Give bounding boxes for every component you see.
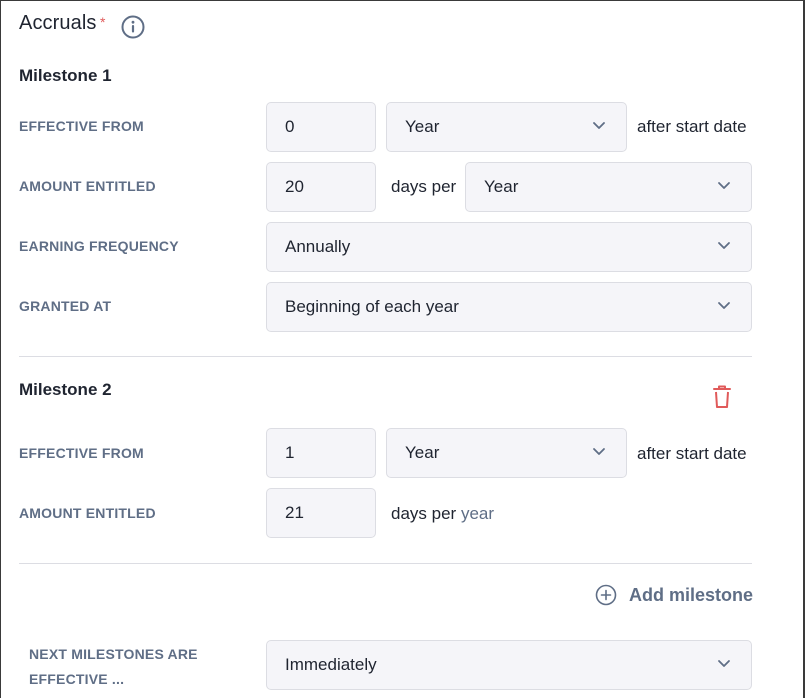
m1-granted-at-value: Beginning of each year bbox=[285, 297, 459, 316]
add-milestone-button[interactable]: Add milestone bbox=[595, 584, 753, 606]
m1-effective-from-value: 0 bbox=[285, 117, 295, 136]
chevron-down-icon bbox=[718, 182, 730, 189]
m2-effective-unit-value: Year bbox=[405, 443, 440, 462]
m1-amount-value: 20 bbox=[285, 177, 304, 196]
next-milestones-label-line2: EFFECTIVE ... bbox=[29, 671, 125, 687]
m1-effective-unit-value: Year bbox=[405, 117, 440, 136]
info-icon[interactable] bbox=[121, 15, 145, 39]
trash-icon[interactable] bbox=[711, 384, 733, 410]
milestone-1-title: Milestone 1 bbox=[19, 66, 112, 85]
m2-amount-entitled-label: AMOUNT ENTITLED bbox=[19, 505, 156, 521]
m2-unit-text: year bbox=[460, 504, 495, 523]
m2-amount-value: 21 bbox=[285, 503, 304, 522]
divider bbox=[19, 563, 752, 564]
m2-days-per-label: days per bbox=[391, 504, 457, 523]
m2-effective-from-label: EFFECTIVE FROM bbox=[19, 445, 144, 461]
m1-earning-frequency-select[interactable]: Annually bbox=[266, 222, 752, 272]
milestone-2-title: Milestone 2 bbox=[19, 380, 112, 399]
m1-effective-unit-select[interactable]: Year bbox=[386, 102, 627, 152]
m1-effective-from-label: EFFECTIVE FROM bbox=[19, 118, 144, 134]
next-milestones-value: Immediately bbox=[285, 655, 377, 674]
m1-amount-entitled-label: AMOUNT ENTITLED bbox=[19, 178, 156, 194]
m1-amount-input[interactable]: 20 bbox=[266, 162, 376, 212]
m1-granted-at-select[interactable]: Beginning of each year bbox=[266, 282, 752, 332]
m2-effective-from-value: 1 bbox=[285, 443, 295, 462]
plus-circle-icon bbox=[595, 584, 617, 606]
m2-amount-input[interactable]: 21 bbox=[266, 488, 376, 538]
m1-effective-from-input[interactable]: 0 bbox=[266, 102, 376, 152]
m1-after-start-text: after start date bbox=[637, 117, 747, 136]
m1-amount-unit-value: Year bbox=[484, 177, 519, 196]
add-milestone-label: Add milestone bbox=[629, 584, 754, 605]
chevron-down-icon bbox=[718, 660, 730, 667]
m2-days-per-text: days per year bbox=[391, 504, 494, 524]
m2-effective-from-input[interactable]: 1 bbox=[266, 428, 376, 478]
chevron-down-icon bbox=[718, 242, 730, 249]
next-milestones-select[interactable]: Immediately bbox=[266, 640, 752, 690]
m1-earning-frequency-value: Annually bbox=[285, 237, 351, 256]
m1-days-per-text: days per bbox=[391, 177, 457, 196]
chevron-down-icon bbox=[593, 122, 605, 129]
section-title: Accruals bbox=[19, 12, 97, 34]
m1-earning-frequency-label: EARNING FREQUENCY bbox=[19, 238, 179, 254]
required-mark: * bbox=[100, 14, 106, 30]
next-milestones-label-line1: NEXT MILESTONES ARE bbox=[29, 646, 198, 662]
m1-granted-at-label: GRANTED AT bbox=[19, 298, 112, 314]
chevron-down-icon bbox=[718, 302, 730, 309]
m2-after-start-text: after start date bbox=[637, 444, 747, 463]
chevron-down-icon bbox=[593, 448, 605, 455]
m1-amount-unit-select[interactable]: Year bbox=[465, 162, 752, 212]
divider bbox=[19, 356, 752, 357]
m2-effective-unit-select[interactable]: Year bbox=[386, 428, 627, 478]
next-milestones-label: NEXT MILESTONES ARE EFFECTIVE ... bbox=[29, 642, 229, 692]
